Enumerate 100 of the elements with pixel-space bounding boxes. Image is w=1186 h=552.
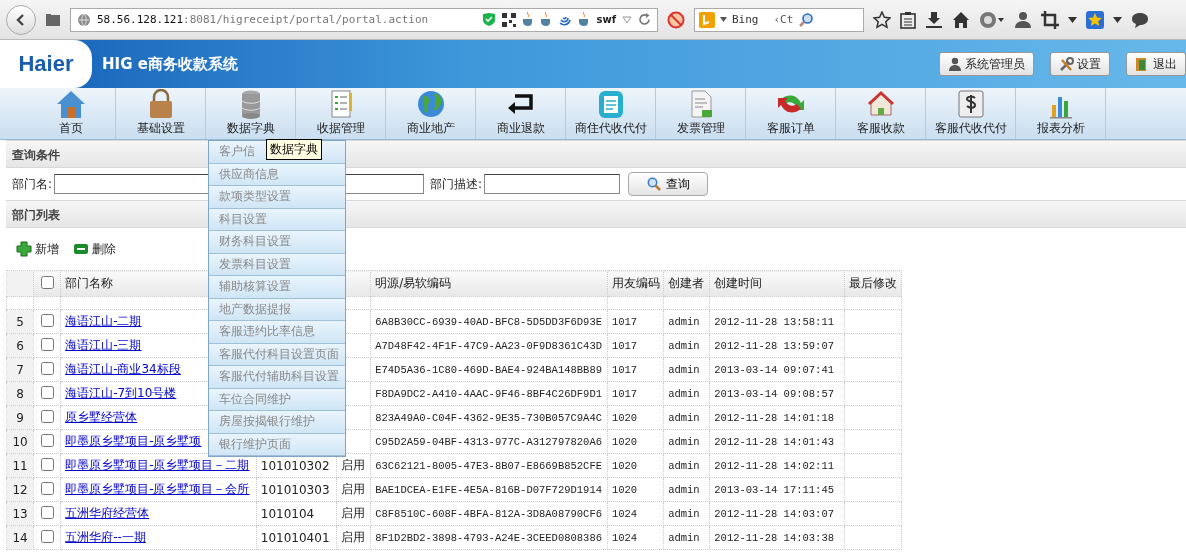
header-button[interactable]: 系统管理员 xyxy=(939,52,1034,76)
nav-item[interactable]: 收据管理 xyxy=(296,88,386,139)
table-cell: 101010401 xyxy=(260,530,330,545)
table-cell: 2012-11-28 14:03:07 xyxy=(714,507,834,520)
plus-icon xyxy=(16,241,32,257)
row-checkbox[interactable] xyxy=(40,361,54,375)
table-cell: 63C62121-8005-47E3-8B07-E8669B852CFE xyxy=(375,459,602,472)
nav-item[interactable]: 数据字典 xyxy=(206,88,296,139)
table-cell: 2012-11-28 14:01:18 xyxy=(714,411,834,424)
haier-logo: Haier xyxy=(0,40,92,88)
header-button[interactable]: 设置 xyxy=(1050,52,1110,76)
select-all-checkbox[interactable] xyxy=(40,275,54,289)
caret-icon[interactable] xyxy=(1113,16,1122,23)
clipboard-icon[interactable] xyxy=(900,10,916,29)
row-number: 8 xyxy=(16,386,24,401)
search-field[interactable]: Bing ‹Ct xyxy=(694,7,864,32)
row-checkbox[interactable] xyxy=(40,529,54,543)
table-cell: admin xyxy=(668,363,700,376)
table-cell: 1020 xyxy=(611,483,638,496)
toolbar-button[interactable]: 新增 xyxy=(16,240,59,258)
nav-item[interactable]: 报表分析 xyxy=(1016,88,1106,139)
reload-icon[interactable] xyxy=(638,13,651,26)
download-icon[interactable] xyxy=(925,10,943,29)
column-header: 部门名称 xyxy=(65,276,114,290)
home-icon[interactable] xyxy=(952,10,970,29)
column-header: 最后修改 xyxy=(848,276,897,290)
row-checkbox[interactable] xyxy=(40,481,54,495)
nav-item[interactable]: 客服订单 xyxy=(746,88,836,139)
shield-icon[interactable] xyxy=(482,12,497,27)
table-cell: 1024 xyxy=(611,507,638,520)
table-cell: 2012-11-28 14:02:11 xyxy=(714,459,834,472)
back-button[interactable] xyxy=(6,4,36,35)
table-cell: 1024 xyxy=(611,531,638,544)
table-cell: 823A49A0-C04F-4362-9E35-730B057C9A4C xyxy=(375,411,602,424)
row-number: 12 xyxy=(12,482,28,497)
minus-icon xyxy=(73,243,89,255)
input-field[interactable] xyxy=(484,174,621,194)
extension-label[interactable]: swf xyxy=(596,14,616,25)
cup-icon[interactable] xyxy=(578,12,591,27)
nav-item[interactable]: 首页 xyxy=(26,88,116,139)
search-icon[interactable] xyxy=(798,11,815,28)
department-link[interactable]: 海语江山-商业34标段 xyxy=(65,362,181,376)
table-cell: admin xyxy=(668,315,700,328)
table-cell: 2012-11-28 13:59:07 xyxy=(714,339,834,352)
chat-icon[interactable] xyxy=(1131,11,1149,28)
table-cell: C95D2A59-04BF-4313-977C-A312797820A6 xyxy=(375,435,602,448)
cup-icon[interactable] xyxy=(540,12,553,27)
nav-item[interactable]: 商业地产 xyxy=(386,88,476,139)
query-button[interactable]: 查询 xyxy=(628,172,709,196)
row-checkbox[interactable] xyxy=(40,385,54,399)
table-cell: admin xyxy=(668,507,700,520)
field-label: 部门名: xyxy=(12,175,53,193)
table-cell: 1017 xyxy=(611,339,638,352)
table-cell: 1010104 xyxy=(260,506,315,521)
table-cell: 1020 xyxy=(611,411,638,424)
nav-item[interactable]: 客服收款 xyxy=(836,88,926,139)
nav-item[interactable]: 基础设置 xyxy=(116,88,206,139)
star-icon[interactable] xyxy=(873,10,891,29)
row-checkbox[interactable] xyxy=(40,409,54,423)
table-cell: 101010303 xyxy=(260,482,330,497)
table-cell: admin xyxy=(668,531,700,544)
cup-icon[interactable] xyxy=(522,12,535,27)
row-checkbox[interactable] xyxy=(40,313,54,327)
user-icon[interactable] xyxy=(1014,10,1032,29)
table-cell: 1020 xyxy=(611,459,638,472)
department-link[interactable]: 原乡墅经营体 xyxy=(65,410,138,424)
table-cell: C8F8510C-608F-4BFA-812A-3D8A08790CF6 xyxy=(375,507,602,520)
row-checkbox[interactable] xyxy=(40,433,54,447)
table-cell: admin xyxy=(668,435,700,448)
nav-item[interactable]: 发票管理 xyxy=(656,88,746,139)
table-cell: 1017 xyxy=(611,363,638,376)
table-cell: admin xyxy=(668,339,700,352)
crop-icon[interactable] xyxy=(1041,10,1059,29)
department-link[interactable]: 海语江山-7到10号楼 xyxy=(65,386,177,400)
table-cell: 启用 xyxy=(341,482,366,496)
table-cell: 2013-03-14 17:11:45 xyxy=(714,483,834,496)
nav-item[interactable]: 客服代收代付 xyxy=(926,88,1016,139)
qr-code-icon[interactable] xyxy=(502,12,517,27)
department-link[interactable]: 即墨原乡墅项目-原乡墅项 xyxy=(65,434,202,448)
header-button[interactable]: 退出 xyxy=(1126,52,1186,76)
blocked-icon[interactable] xyxy=(667,10,685,29)
row-number: 7 xyxy=(16,362,24,377)
caret-icon[interactable] xyxy=(1068,16,1077,23)
row-number: 14 xyxy=(12,530,28,545)
toolbar-button[interactable]: 删除 xyxy=(73,240,116,258)
address-bar[interactable]: 58.56.128.121:8081/higreceipt/portal/portal.action swf xyxy=(70,7,658,32)
row-checkbox[interactable] xyxy=(40,457,54,471)
nav-item[interactable]: 商业退款 xyxy=(476,88,566,139)
caret-icon xyxy=(720,17,727,22)
nav-item[interactable]: 商住代收代付 xyxy=(566,88,656,139)
table-cell: 启用 xyxy=(341,458,366,472)
star-badge-icon[interactable] xyxy=(1086,10,1104,29)
table-cell: 8F1D2BD2-3898-4793-A24E-3CEED0808386 xyxy=(375,531,602,544)
table-cell: 启用 xyxy=(341,530,366,544)
row-checkbox[interactable] xyxy=(40,337,54,351)
column-header: 明源/易软编码 xyxy=(375,276,452,290)
table-cell: 6A8B30CC-6939-40AD-BFC8-5D5DD3F6D93E xyxy=(375,315,602,328)
column-header: 创建者 xyxy=(668,276,705,290)
row-checkbox[interactable] xyxy=(40,505,54,519)
search-icon xyxy=(646,177,661,191)
